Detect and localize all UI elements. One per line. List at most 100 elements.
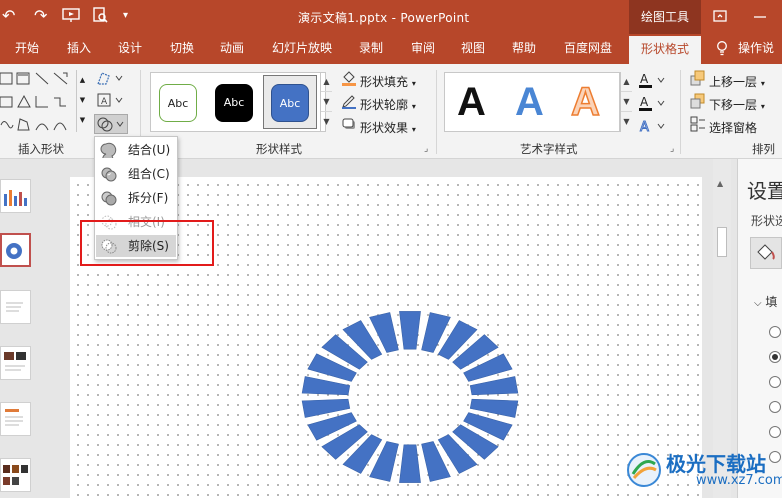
tab-record[interactable]: 录制 (348, 34, 394, 64)
shape-fill-button[interactable]: 形状填充 ▾ (341, 70, 416, 92)
tab-transitions[interactable]: 切换 (159, 34, 205, 64)
menu-item-fragment[interactable]: 拆分(F) (96, 187, 176, 209)
shape-effects-button[interactable]: 形状效果 ▾ (341, 116, 416, 138)
group-label-insert-shapes: 插入形状 (18, 142, 64, 156)
redo-icon[interactable]: ↷ (34, 7, 47, 25)
chevron-down-icon: ⌵ (754, 298, 762, 309)
slide-thumbnail-selected[interactable] (0, 233, 31, 267)
text-box-icon[interactable]: A (96, 92, 124, 112)
bring-forward-button[interactable]: 上移一层 ▾ (690, 70, 765, 92)
ribbon-tabs: 开始 插入 设计 切换 动画 幻灯片放映 录制 审阅 视图 帮助 百度网盘 形状… (0, 34, 782, 64)
svg-text:A: A (101, 97, 108, 107)
style-sample-blue[interactable]: Abc (271, 84, 309, 122)
group-label-wordart-styles: 艺术字样式 (520, 142, 578, 156)
send-backward-button[interactable]: 下移一层 ▾ (690, 93, 765, 115)
ribbon-separator (436, 70, 437, 154)
tab-animations[interactable]: 动画 (209, 34, 255, 64)
slide-thumbnail[interactable] (0, 290, 31, 324)
lightbulb-icon[interactable] (716, 41, 728, 56)
undo-icon[interactable]: ↶ (2, 7, 15, 25)
slide-thumbnail[interactable] (0, 402, 31, 436)
selection-pane-button[interactable]: 选择窗格 (690, 116, 757, 136)
svg-text:A: A (640, 120, 649, 134)
send-backward-icon (690, 93, 706, 113)
group-label-arrange: 排列 (752, 142, 775, 156)
tab-view[interactable]: 视图 (450, 34, 496, 64)
tab-baidu-netdisk[interactable]: 百度网盘 (556, 34, 620, 64)
scrollbar-thumb[interactable] (717, 227, 727, 257)
style-sample-outline[interactable]: Abc (159, 84, 197, 122)
dialog-launcher-icon[interactable]: ⌟ (670, 144, 674, 154)
tab-tell-me[interactable]: 操作说 (738, 34, 782, 64)
customize-quick-access-icon[interactable]: ▾ (123, 7, 128, 25)
shape-styles-gallery: Abc Abc Abc (150, 72, 326, 132)
fill-option-radio[interactable] (769, 401, 781, 413)
style-sample-black[interactable]: Abc (215, 84, 253, 122)
ring-segment[interactable] (399, 444, 421, 483)
minimize-icon[interactable] (753, 8, 767, 27)
union-icon (100, 142, 118, 165)
fill-section-header[interactable]: ⌵ 填 (754, 293, 777, 310)
svg-text:A: A (640, 95, 649, 109)
watermark: 极光下载站 www.xz7.com (620, 446, 782, 496)
tab-design[interactable]: 设计 (107, 34, 153, 64)
slide-thumbnail-pane (0, 159, 56, 498)
shape-outline-button[interactable]: 形状轮廓 ▾ (341, 93, 416, 115)
wordart-gallery: A A A (444, 72, 620, 132)
shape-effects-icon (341, 116, 357, 136)
fragment-icon (100, 190, 118, 206)
slide-thumbnail[interactable] (0, 346, 31, 380)
selection-pane-icon (690, 116, 706, 136)
svg-text:A: A (640, 72, 649, 86)
fill-line-tab[interactable] (750, 237, 782, 269)
tab-insert[interactable]: 插入 (56, 34, 102, 64)
merge-shapes-button[interactable] (94, 114, 128, 134)
tab-slideshow[interactable]: 幻灯片放映 (264, 34, 340, 64)
print-preview-icon[interactable] (92, 7, 108, 27)
watermark-logo-icon (627, 453, 661, 487)
fill-option-radio-selected[interactable] (769, 351, 781, 363)
chevron-down-icon: ▾ (411, 102, 416, 111)
edit-shape-icon[interactable] (96, 70, 124, 90)
shape-styles-scroll[interactable]: ▲ ▼ ▼ (320, 72, 332, 132)
tab-home[interactable]: 开始 (4, 34, 50, 64)
group-label-shape-styles: 形状样式 (256, 142, 302, 156)
scroll-up-icon[interactable]: ▲ (717, 179, 723, 188)
tab-shape-format[interactable]: 形状格式 (629, 34, 701, 64)
title-bar: ↶ ↷ ▾ 演示文稿1.pptx - PowerPoint 绘图工具 (0, 0, 782, 34)
chevron-down-icon: ▾ (760, 79, 765, 88)
text-fill-icon[interactable]: A (638, 72, 666, 92)
wordart-sample-black[interactable]: A (457, 77, 486, 127)
chevron-down-icon: ▾ (760, 102, 765, 111)
pane-subtitle[interactable]: 形状选 (751, 212, 782, 229)
dialog-launcher-icon[interactable]: ⌟ (424, 144, 428, 154)
tab-review[interactable]: 审阅 (400, 34, 446, 64)
presentation-icon[interactable] (62, 7, 80, 27)
fill-option-radio[interactable] (769, 376, 781, 388)
chevron-down-icon: ▾ (411, 125, 416, 134)
text-effects-icon[interactable]: A (638, 118, 666, 138)
wordart-scroll[interactable]: ▲ ▼ ▼ (620, 72, 632, 132)
pane-title: 设置 (747, 179, 782, 203)
ribbon-separator (680, 70, 681, 154)
ribbon-display-options-icon[interactable] (712, 8, 728, 27)
fill-option-radio[interactable] (769, 326, 781, 338)
combine-icon (100, 166, 118, 182)
tab-help[interactable]: 帮助 (501, 34, 547, 64)
paint-bucket-icon (341, 70, 357, 90)
annotation-highlight-box (80, 220, 214, 266)
wordart-sample-orange[interactable]: A (570, 77, 600, 127)
wordart-sample-blue[interactable]: A (515, 77, 544, 127)
window-title: 演示文稿1.pptx - PowerPoint (298, 11, 470, 25)
fill-option-radio[interactable] (769, 426, 781, 438)
ring-segment[interactable] (399, 311, 421, 350)
menu-item-combine[interactable]: 组合(C) (96, 163, 176, 185)
bring-forward-icon (690, 70, 706, 90)
slide-thumbnail[interactable] (0, 179, 31, 213)
slide-thumbnail[interactable] (0, 458, 31, 492)
menu-item-union[interactable]: 结合(U) (96, 139, 176, 165)
pen-icon (341, 93, 357, 113)
drawing-tools-context-label: 绘图工具 (629, 0, 701, 34)
chevron-down-icon: ▾ (411, 79, 416, 88)
text-outline-icon[interactable]: A (638, 95, 666, 115)
